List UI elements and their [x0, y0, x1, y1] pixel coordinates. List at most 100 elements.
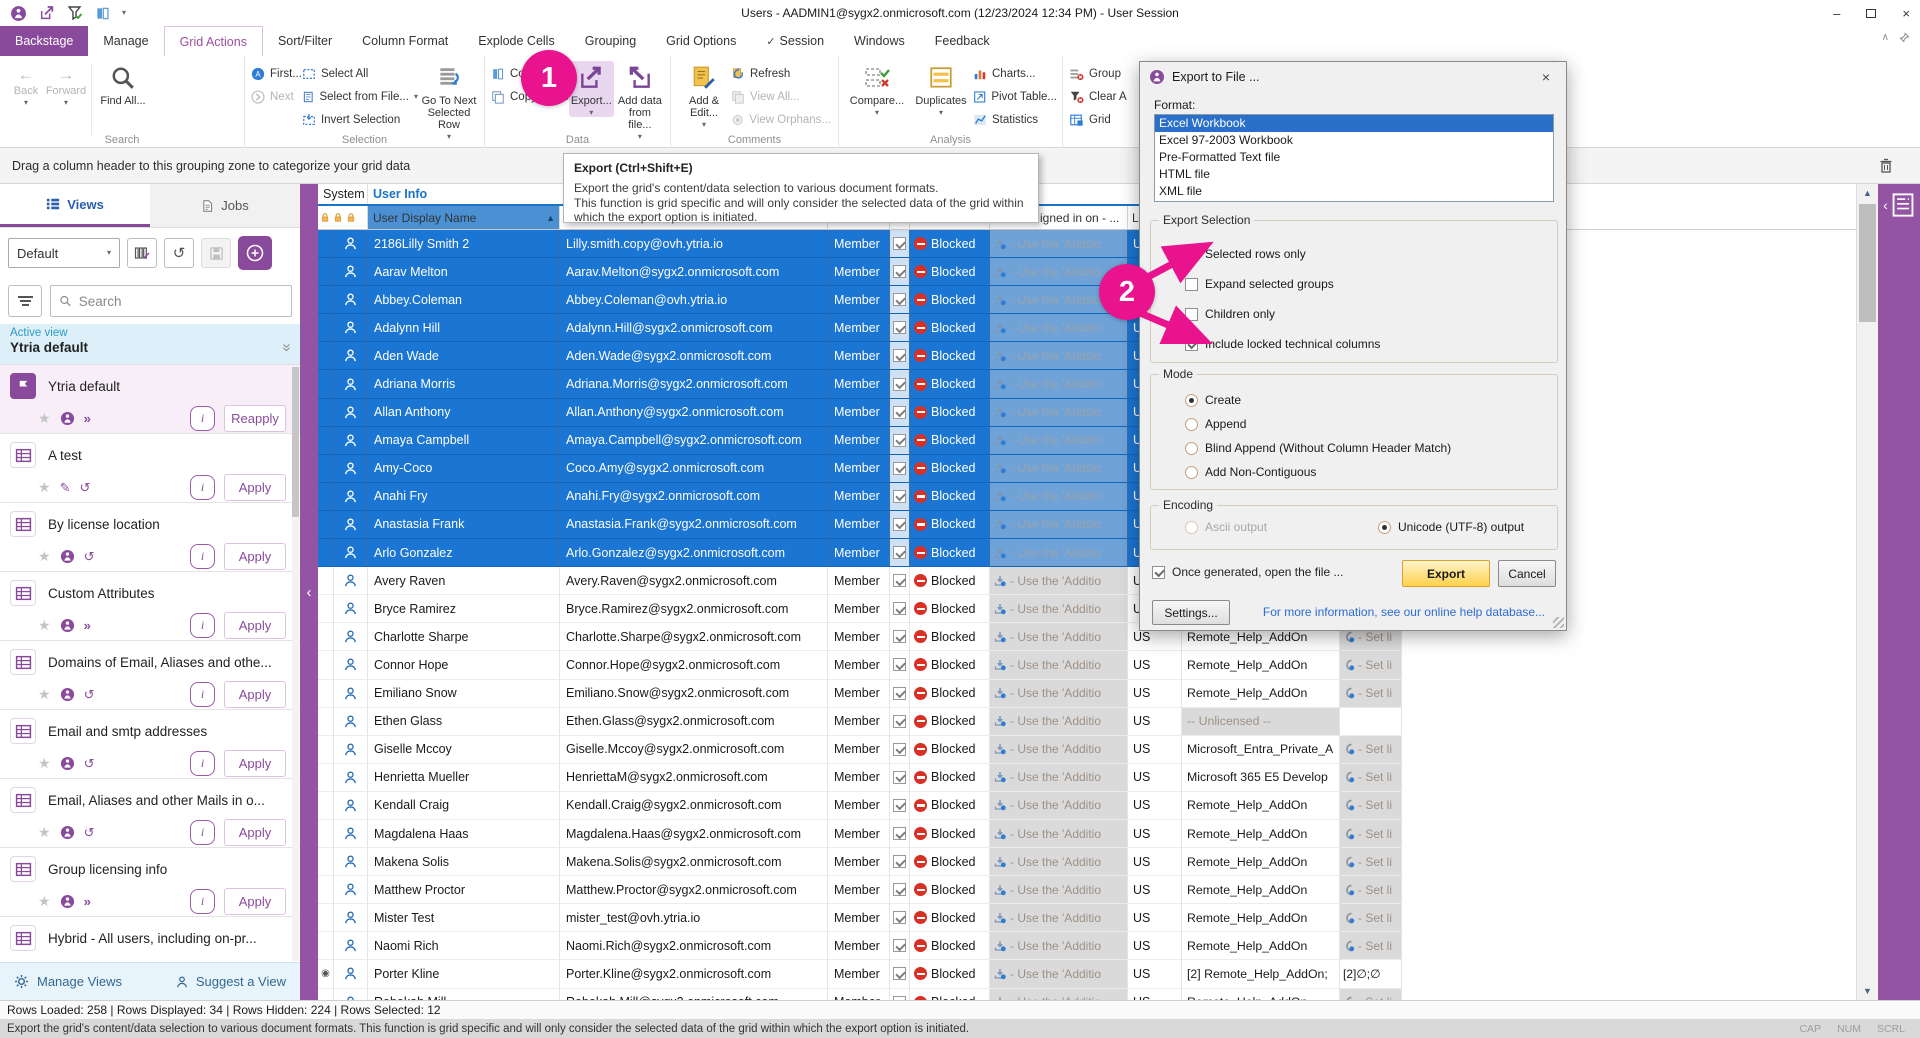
charts-button[interactable]: Charts...: [973, 64, 1057, 83]
cell-checkbox[interactable]: [890, 736, 910, 764]
view-extra-icon[interactable]: ↺: [84, 756, 94, 772]
manage-views-button[interactable]: Manage Views: [37, 974, 122, 989]
tab-jobs[interactable]: Jobs: [150, 184, 300, 227]
header-user-display-name[interactable]: User Display Name▲: [368, 206, 560, 230]
tab-feedback[interactable]: Feedback: [920, 26, 1005, 56]
view-list-item[interactable]: Hybrid - All users, including on-pr... ★…: [0, 917, 300, 962]
undo-view-button[interactable]: ↺: [164, 238, 194, 268]
help-link[interactable]: For more information, see our online hel…: [1250, 605, 1558, 619]
export-confirm-button[interactable]: Export: [1402, 560, 1490, 587]
view-list-item[interactable]: Email, Aliases and other Mails in o... ★…: [0, 779, 300, 848]
star-icon[interactable]: ★: [38, 686, 51, 703]
cell-checkbox[interactable]: [890, 286, 910, 314]
close-button[interactable]: ×: [1902, 6, 1910, 21]
view-extra-icon[interactable]: ↺: [84, 825, 94, 841]
resize-grip[interactable]: [1553, 617, 1564, 628]
view-list-item[interactable]: Group licensing info ★ » i Apply: [0, 848, 300, 917]
cell-checkbox[interactable]: [890, 483, 910, 511]
cell-checkbox[interactable]: [890, 427, 910, 455]
view-list-item[interactable]: By license location ★ ↺ i Apply: [0, 503, 300, 572]
add-data-from-file-button[interactable]: Add data from file...▾: [614, 61, 666, 141]
cell-checkbox[interactable]: [890, 399, 910, 427]
star-icon[interactable]: ★: [38, 617, 51, 634]
view-extra-icon[interactable]: ↺: [84, 687, 94, 703]
locked-columns-header[interactable]: [318, 206, 368, 230]
tab-session[interactable]: ✓Session: [751, 26, 839, 56]
tab-sort-filter[interactable]: Sort/Filter: [263, 26, 347, 56]
forward-button[interactable]: → Forward▾: [46, 61, 86, 107]
cell-checkbox[interactable]: [890, 370, 910, 398]
apply-button[interactable]: Apply: [224, 681, 286, 708]
pivot-table-button[interactable]: Pivot Table...: [973, 87, 1057, 106]
cell-checkbox[interactable]: [890, 511, 910, 539]
cell-checkbox[interactable]: [890, 932, 910, 960]
view-extra-icon[interactable]: ↺: [79, 480, 89, 496]
maximize-button[interactable]: [1866, 9, 1876, 18]
right-panel-strip[interactable]: ‹: [1878, 184, 1920, 1000]
scrollbar-thumb[interactable]: [1859, 204, 1876, 322]
format-list[interactable]: Excel WorkbookExcel 97-2003 WorkbookPre-…: [1154, 114, 1554, 202]
chevron-down-icon[interactable]: »: [278, 343, 295, 349]
dialog-close-icon[interactable]: ×: [1535, 69, 1557, 85]
share-icon[interactable]: [39, 5, 55, 21]
table-row[interactable]: Magdalena Haas Magdalena.Haas@sygx2.onmi…: [318, 820, 1402, 848]
apply-button[interactable]: Apply: [224, 750, 286, 777]
minimize-button[interactable]: –: [1833, 6, 1840, 21]
add-edit-button[interactable]: Add & Edit...▾: [677, 61, 731, 129]
cell-checkbox[interactable]: [890, 960, 910, 988]
cell-checkbox[interactable]: [890, 314, 910, 342]
duplicates-button[interactable]: Duplicates▾: [909, 61, 973, 117]
view-list-item[interactable]: Ytria default ★ » i Reapply: [0, 365, 300, 434]
cell-checkbox[interactable]: [890, 820, 910, 848]
apply-button[interactable]: Apply: [224, 612, 286, 639]
suggest-view-button[interactable]: Suggest a View: [196, 974, 286, 989]
star-icon[interactable]: ★: [38, 755, 51, 772]
table-row[interactable]: Kendall Craig Kendall.Craig@sygx2.onmicr…: [318, 792, 1402, 820]
table-row[interactable]: Rebekah Mill Rebekah.Mill@sygx2.onmicros…: [318, 989, 1402, 1000]
next-button[interactable]: Next: [251, 87, 302, 106]
apply-button[interactable]: Apply: [224, 543, 286, 570]
view-orphans-button[interactable]: View Orphans...: [731, 110, 831, 129]
table-row[interactable]: Henrietta Mueller HenriettaM@sygx2.onmic…: [318, 764, 1402, 792]
open-after-checkbox[interactable]: Once generated, open the file ...: [1152, 565, 1343, 579]
band-system[interactable]: System: [318, 184, 368, 204]
radio-blind-append-without-column-header-match-[interactable]: Blind Append (Without Column Header Matc…: [1185, 441, 1451, 455]
format-option[interactable]: XML file: [1155, 183, 1553, 200]
info-button[interactable]: i: [190, 682, 215, 707]
cell-checkbox[interactable]: [890, 848, 910, 876]
invert-selection-button[interactable]: Invert Selection: [302, 110, 418, 129]
view-list-item[interactable]: Domains of Email, Aliases and othe... ★ …: [0, 641, 300, 710]
table-row[interactable]: ◉ Porter Kline Porter.Kline@sygx2.onmicr…: [318, 960, 1402, 988]
table-row[interactable]: Emiliano Snow Emiliano.Snow@sygx2.onmicr…: [318, 680, 1402, 708]
cell-checkbox[interactable]: [890, 230, 910, 258]
table-row[interactable]: Makena Solis Makena.Solis@sygx2.onmicros…: [318, 848, 1402, 876]
view-list-scrollbar[interactable]: [292, 367, 299, 961]
view-extra-icon[interactable]: ↺: [84, 549, 94, 565]
view-extra-icon[interactable]: »: [84, 411, 90, 426]
apply-button[interactable]: Apply: [224, 888, 286, 915]
star-icon[interactable]: ★: [38, 824, 51, 841]
collapse-ribbon-icon[interactable]: ∧: [1882, 32, 1889, 43]
filter-views-button[interactable]: [8, 285, 42, 317]
go-to-next-selected-row-button[interactable]: Go To Next Selected Row▾: [418, 61, 480, 141]
cell-checkbox[interactable]: [890, 764, 910, 792]
table-row[interactable]: Connor Hope Connor.Hope@sygx2.onmicrosof…: [318, 651, 1402, 679]
tab-grouping[interactable]: Grouping: [570, 26, 651, 56]
view-list-item[interactable]: Custom Attributes ★ » i Apply: [0, 572, 300, 641]
cell-checkbox[interactable]: [890, 989, 910, 1000]
info-button[interactable]: i: [190, 613, 215, 638]
format-option[interactable]: HTML file: [1155, 166, 1553, 183]
cell-checkbox[interactable]: [890, 567, 910, 595]
first-button[interactable]: AFirst...: [251, 64, 302, 83]
search-field[interactable]: [50, 285, 292, 317]
cell-checkbox[interactable]: [890, 708, 910, 736]
tab-windows[interactable]: Windows: [839, 26, 920, 56]
tab-manage[interactable]: Manage: [88, 26, 163, 56]
search-input[interactable]: [79, 294, 283, 309]
view-extra-icon[interactable]: »: [84, 618, 90, 633]
star-icon[interactable]: ★: [38, 410, 51, 427]
settings-button[interactable]: Settings...: [1152, 600, 1230, 625]
format-option[interactable]: Excel Workbook: [1155, 115, 1553, 132]
apply-button[interactable]: Apply: [224, 819, 286, 846]
radio-ascii-output[interactable]: Ascii output: [1185, 520, 1267, 534]
